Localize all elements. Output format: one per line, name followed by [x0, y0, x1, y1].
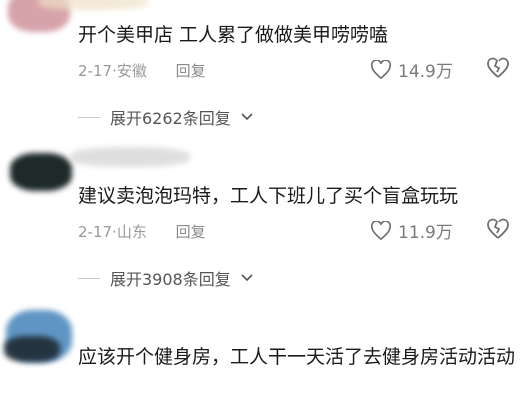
comment-date: 2-17	[78, 62, 113, 80]
comment-meta: 2-17·安徽 回复	[78, 62, 206, 80]
dislike-button[interactable]	[486, 57, 510, 83]
chevron-down-icon	[241, 274, 253, 282]
comment-meta: 2-17·山东 回复	[78, 223, 206, 241]
broken-heart-icon	[487, 218, 509, 239]
divider-line	[78, 116, 100, 118]
reply-button[interactable]: 回复	[176, 223, 206, 241]
reply-button[interactable]: 回复	[176, 62, 206, 80]
like-button[interactable]: 11.9万	[370, 218, 453, 243]
heart-icon	[370, 220, 392, 240]
expand-replies-button[interactable]: 展开3908条回复	[78, 266, 253, 290]
heart-icon	[370, 59, 392, 79]
expand-replies-button[interactable]: 展开6262条回复	[78, 105, 253, 129]
avatar-shadow	[4, 336, 60, 362]
dislike-button[interactable]	[486, 218, 510, 244]
like-count: 11.9万	[398, 223, 453, 243]
comment-location: 山东	[116, 223, 147, 241]
comment-text: 开个美甲店 工人累了做做美甲唠唠嗑	[78, 24, 389, 46]
expand-replies-label: 展开6262条回复	[110, 109, 231, 128]
username-blurred	[38, 0, 148, 10]
expand-replies-label: 展开3908条回复	[110, 270, 231, 289]
comment-date: 2-17	[78, 223, 113, 241]
divider-line	[78, 277, 100, 279]
comment-location: 安徽	[116, 62, 147, 80]
username-blurred	[70, 147, 190, 167]
like-button[interactable]: 14.9万	[370, 57, 453, 82]
broken-heart-icon	[487, 57, 509, 78]
comment-text: 应该开个健身房，工人干一天活了去健身房活动活动	[78, 346, 516, 368]
like-count: 14.9万	[398, 62, 453, 82]
chevron-down-icon	[241, 113, 253, 121]
avatar[interactable]	[10, 153, 72, 191]
comment-text: 建议卖泡泡玛特，工人下班儿了买个盲盒玩玩	[78, 185, 459, 207]
